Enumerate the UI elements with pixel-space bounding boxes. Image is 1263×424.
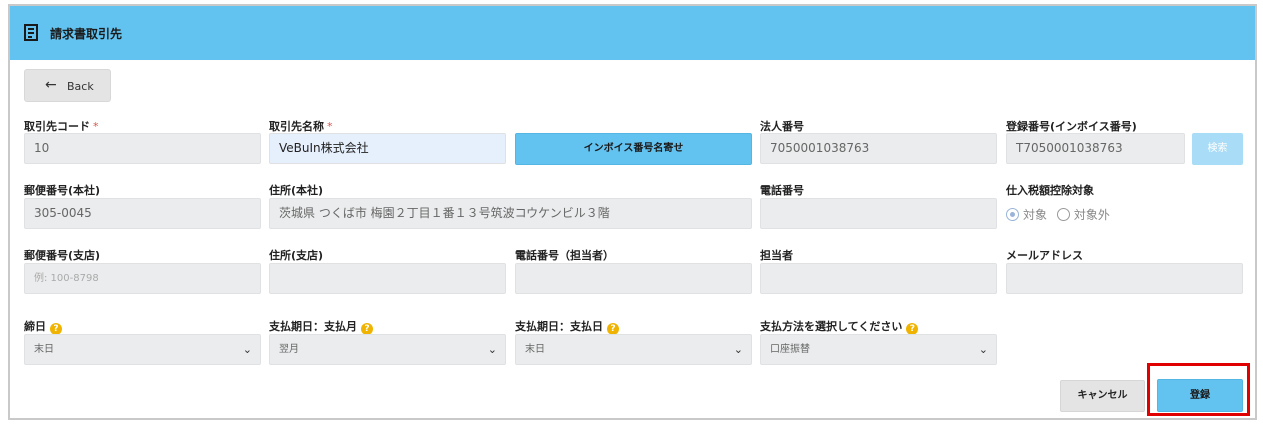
invoice-icon <box>24 24 38 41</box>
search-button[interactable]: 検索 <box>1192 133 1243 165</box>
address-hq-field[interactable]: 茨城県 つくば市 梅園２丁目１番１３号筑波コウケンビル３階 <box>269 198 752 229</box>
phone-contact-label: 電話番号（担当者） <box>515 249 614 262</box>
registration-number-label: 登録番号(インボイス番号) <box>1006 120 1137 133</box>
closing-day-select[interactable]: 末日 ⌄ <box>24 334 261 365</box>
tax-deduction-label: 仕入税額控除対象 <box>1006 184 1094 197</box>
chevron-down-icon: ⌄ <box>487 343 497 356</box>
tax-deduction-option-nontarget[interactable]: 対象外 <box>1056 208 1110 222</box>
closing-day-label: 締日? <box>24 318 62 335</box>
cancel-button[interactable]: キャンセル <box>1060 380 1145 412</box>
postal-code-hq-field[interactable]: 305-0045 <box>24 198 261 229</box>
postal-code-branch-label: 郵便番号(支店) <box>24 249 101 262</box>
partner-code-field[interactable]: 10 <box>24 133 261 164</box>
address-branch-label: 住所(支店) <box>269 249 324 262</box>
tax-deduction-radios: 対象 対象外 <box>1006 206 1110 223</box>
payment-month-label: 支払期日：支払月? <box>269 318 373 335</box>
back-button[interactable]: ← Back <box>24 69 111 102</box>
corporate-number-label: 法人番号 <box>760 120 804 133</box>
page-title: 請求書取引先 <box>50 27 123 41</box>
contact-person-label: 担当者 <box>760 249 793 262</box>
email-field[interactable] <box>1006 263 1243 294</box>
chevron-down-icon: ⌄ <box>978 343 988 356</box>
radio-checked-icon <box>1006 208 1019 221</box>
payment-day-select[interactable]: 末日 ⌄ <box>515 334 752 365</box>
payment-method-label: 支払方法を選択してください? <box>760 318 919 335</box>
corporate-number-field[interactable]: 7050001038763 <box>760 133 997 164</box>
registration-number-field[interactable]: T7050001038763 <box>1006 133 1185 164</box>
back-button-label: Back <box>67 80 94 93</box>
partner-code-label: 取引先コード * <box>24 120 99 133</box>
postal-code-hq-label: 郵便番号(本社) <box>24 184 101 197</box>
address-branch-field[interactable] <box>269 263 506 294</box>
page-header: 請求書取引先 <box>10 6 1255 60</box>
address-hq-label: 住所(本社) <box>269 184 324 197</box>
partner-name-label: 取引先名称 * <box>269 120 333 133</box>
invoice-lookup-button[interactable]: インボイス番号名寄せ <box>515 133 752 165</box>
radio-unchecked-icon <box>1056 208 1070 221</box>
payment-month-select[interactable]: 翌月 ⌄ <box>269 334 506 365</box>
phone-field[interactable] <box>760 198 997 229</box>
chevron-down-icon: ⌄ <box>242 343 252 356</box>
chevron-down-icon: ⌄ <box>733 343 743 356</box>
tax-deduction-option-target[interactable]: 対象 <box>1006 208 1047 222</box>
email-label: メールアドレス <box>1006 249 1083 262</box>
postal-code-branch-field[interactable]: 例: 100-8798 <box>24 263 261 294</box>
payment-day-label: 支払期日：支払日? <box>515 318 619 335</box>
payment-method-select[interactable]: 口座振替 ⌄ <box>760 334 997 365</box>
partner-name-field[interactable]: VeBuIn株式会社 <box>269 133 506 164</box>
phone-contact-field[interactable] <box>515 263 752 294</box>
contact-person-field[interactable] <box>760 263 997 294</box>
form-panel: 請求書取引先 ← Back 取引先コード * 10 取引先名称 * VeBuIn株式… <box>8 4 1257 420</box>
arrow-left-icon: ← <box>45 77 57 93</box>
register-button[interactable]: 登録 <box>1157 379 1243 412</box>
phone-label: 電話番号 <box>760 184 804 197</box>
